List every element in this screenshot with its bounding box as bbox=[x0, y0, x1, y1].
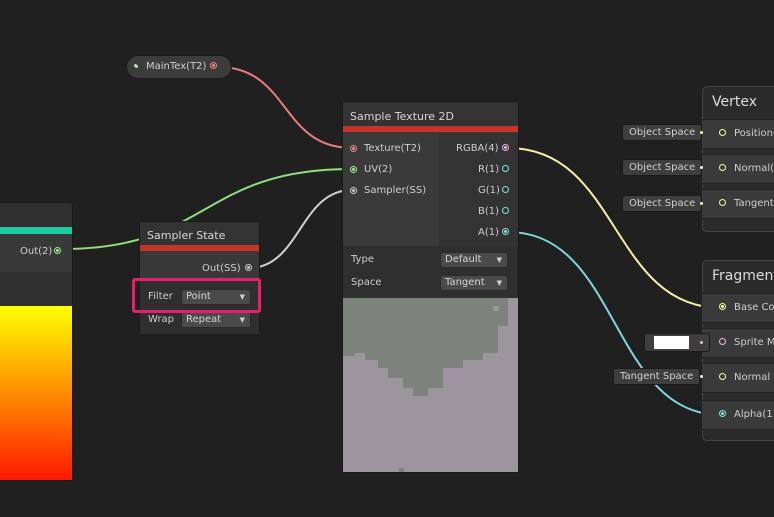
sample-texture-title: Sample Texture 2D bbox=[343, 102, 518, 126]
wrap-label: Wrap bbox=[148, 314, 175, 325]
position-port[interactable] bbox=[719, 129, 726, 136]
vertex-title: Vertex bbox=[712, 94, 758, 110]
uv-input-port[interactable] bbox=[350, 166, 357, 173]
spritemask-label: Sprite Ma bbox=[734, 337, 774, 348]
chevron-down-icon: ▼ bbox=[496, 279, 502, 287]
sample-texture-bar bbox=[343, 126, 518, 132]
position-tag-dot bbox=[700, 131, 703, 134]
left-node-out-port[interactable] bbox=[54, 247, 61, 254]
g-output-port[interactable] bbox=[502, 186, 509, 193]
maintex-left-port[interactable] bbox=[134, 64, 138, 68]
left-node-bar bbox=[0, 227, 72, 234]
fragment-normal-tag-dot bbox=[700, 375, 703, 378]
vertex-context[interactable]: Vertex Position( Normal(3 Tangent( bbox=[702, 86, 774, 232]
position-space-tag[interactable]: Object Space bbox=[623, 125, 702, 140]
sampler-state-bar bbox=[140, 245, 259, 251]
texture-input-port[interactable] bbox=[350, 145, 357, 152]
maintex-property-node[interactable]: MainTex(T2) bbox=[127, 56, 231, 78]
sprite-mask-tag-dot bbox=[700, 341, 703, 344]
wire-alpha-to-alpha bbox=[507, 231, 723, 416]
spritemask-port[interactable] bbox=[719, 338, 726, 345]
normal-label: Normal(3 bbox=[734, 163, 774, 174]
sprite-mask-color-field[interactable] bbox=[645, 334, 709, 351]
vertex-block-tangent[interactable]: Tangent( bbox=[702, 190, 774, 218]
g-output-label: G(1) bbox=[478, 185, 500, 196]
left-partial-node[interactable]: Out(2) bbox=[0, 203, 72, 480]
left-node-out-label: Out(2) bbox=[20, 246, 53, 257]
space-dropdown[interactable]: Tangent ▼ bbox=[441, 276, 507, 290]
r-output-label: R(1) bbox=[478, 164, 500, 175]
type-dropdown[interactable]: Default ▼ bbox=[441, 253, 507, 267]
wire-sampler-to-sampler bbox=[248, 189, 353, 269]
fragment-normal-label: Normal ( bbox=[734, 372, 774, 383]
position-label: Position( bbox=[734, 128, 774, 139]
fragment-block-alpha[interactable]: Alpha(1) bbox=[702, 401, 774, 429]
wrap-value: Repeat bbox=[186, 314, 222, 325]
wrap-dropdown[interactable]: Repeat ▼ bbox=[182, 313, 250, 327]
maintex-label: MainTex(T2) bbox=[146, 61, 207, 72]
space-label: Space bbox=[351, 277, 382, 288]
maintex-out-port[interactable] bbox=[210, 62, 217, 69]
r-output-port[interactable] bbox=[502, 165, 509, 172]
tangent-label: Tangent( bbox=[734, 198, 774, 209]
normal-space-tag[interactable]: Object Space bbox=[623, 160, 702, 175]
chevron-down-icon: ▼ bbox=[239, 316, 245, 324]
chevron-down-icon: ▼ bbox=[496, 256, 502, 264]
fragment-normal-space-tag[interactable]: Tangent Space bbox=[614, 369, 700, 384]
sample-texture-2d-node[interactable]: Sample Texture 2D Texture(T2) UV(2) Samp… bbox=[343, 102, 518, 472]
filter-highlight-box bbox=[132, 278, 261, 313]
space-value: Tangent bbox=[445, 277, 485, 288]
b-output-label: B(1) bbox=[478, 206, 500, 217]
fragment-block-normal[interactable]: Normal ( bbox=[702, 364, 774, 392]
sampler-state-out-port[interactable] bbox=[245, 264, 252, 271]
type-value: Default bbox=[445, 254, 482, 265]
sampler-state-out-label: Out(SS) bbox=[202, 263, 241, 274]
fragment-context[interactable]: Fragment Base Col Sprite Ma Normal ( Alp… bbox=[702, 260, 774, 441]
fragment-normal-port[interactable] bbox=[719, 373, 726, 380]
normal-port[interactable] bbox=[719, 164, 726, 171]
wire-maintex-to-texture bbox=[217, 66, 353, 149]
tangent-tag-dot bbox=[700, 202, 703, 205]
normal-tag-dot bbox=[700, 166, 703, 169]
basecolor-port[interactable] bbox=[719, 303, 726, 310]
fragment-block-basecolor[interactable]: Base Col bbox=[702, 294, 774, 322]
sampler-state-title: Sampler State bbox=[140, 222, 259, 245]
alpha-port[interactable] bbox=[719, 410, 726, 417]
texture-preview bbox=[343, 298, 518, 472]
sampler-input-port[interactable] bbox=[350, 187, 357, 194]
a-output-port[interactable] bbox=[502, 228, 509, 235]
basecolor-label: Base Col bbox=[734, 302, 774, 313]
a-output-label: A(1) bbox=[478, 227, 500, 238]
tangent-space-tag[interactable]: Object Space bbox=[623, 196, 702, 211]
rgba-output-label: RGBA(4) bbox=[456, 143, 499, 154]
vertex-block-normal[interactable]: Normal(3 bbox=[702, 155, 774, 183]
sprite-mask-color-swatch[interactable] bbox=[654, 336, 689, 349]
fragment-block-spritemask[interactable]: Sprite Ma bbox=[702, 329, 774, 357]
alpha-label: Alpha(1) bbox=[734, 409, 774, 420]
sampler-input-label: Sampler(SS) bbox=[364, 185, 427, 196]
rgba-output-port[interactable] bbox=[502, 144, 509, 151]
b-output-port[interactable] bbox=[502, 207, 509, 214]
type-label: Type bbox=[351, 254, 374, 265]
tangent-port[interactable] bbox=[719, 199, 726, 206]
texture-input-label: Texture(T2) bbox=[364, 143, 421, 154]
left-node-gradient-preview bbox=[0, 306, 72, 480]
fragment-title: Fragment bbox=[712, 268, 774, 284]
vertex-block-position[interactable]: Position( bbox=[702, 120, 774, 148]
uv-input-label: UV(2) bbox=[364, 164, 393, 175]
